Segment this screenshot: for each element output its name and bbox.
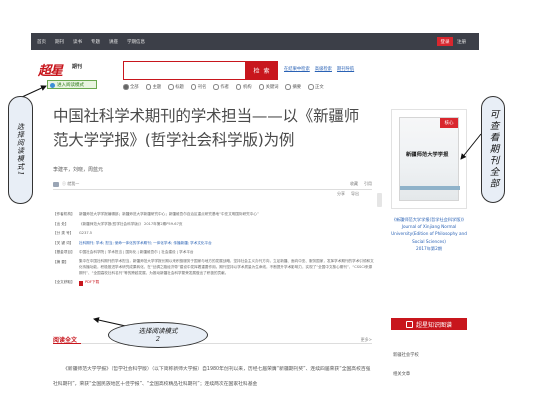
meta-value: 《新疆师范大学学报(哲学社会科学版)》 2017年第2期P59-67页 bbox=[79, 221, 183, 226]
toolbar-right: 收藏 引用 bbox=[350, 181, 372, 187]
meta-row: 【作者机构】 新疆师范大学学报编辑部；新疆师范大学新疆研究中心；新疆维吾尔自治区… bbox=[53, 210, 375, 220]
logo-sub: 期刊 bbox=[72, 64, 83, 70]
journal-name-cn[interactable]: 《新疆师范大学学报(哲学社会科学版)》 bbox=[391, 216, 467, 223]
site-logo: 超星 期刊 进入阅读模式 bbox=[38, 60, 97, 90]
journal-issue[interactable]: 2017年第2期 bbox=[391, 245, 467, 252]
scope-option-topic[interactable]: 主题 bbox=[146, 84, 162, 90]
journal-nav-link[interactable]: 期刊导航 bbox=[337, 66, 354, 72]
keyword-links[interactable]: 社科期刊; 学术; 担当; 使命一体化的学术期刊; 一体化学术; 传播新疆; 学… bbox=[79, 239, 375, 249]
annotation-reading-mode-1: 选择阅读模式1 bbox=[8, 96, 33, 204]
article-toolbar: Ⓘ 就我一 收藏 引用 bbox=[53, 180, 372, 190]
read-fulltext-tab: 阅读全文 更多> bbox=[53, 335, 372, 344]
cover-title: 新疆师范大学学报 bbox=[406, 152, 449, 158]
cover-stripe bbox=[400, 186, 460, 190]
journal-info[interactable]: 《新疆师范大学学报(哲学社会科学版)》 Journal of Xinjiang … bbox=[391, 216, 467, 252]
reading-mode-button[interactable]: 进入阅读模式 bbox=[47, 80, 97, 89]
pdf-label: 【全文获取】 bbox=[53, 280, 75, 285]
article-authors[interactable]: 李建平，刘晓，周蓝元 bbox=[53, 166, 103, 173]
nav-item-lectures[interactable]: 讲座 bbox=[109, 39, 118, 45]
meta-key: 【基金项目】 bbox=[53, 250, 75, 255]
nav-item-books[interactable]: 读书 bbox=[73, 39, 82, 45]
meta-key: 【作者机构】 bbox=[53, 212, 75, 216]
search-scope-options: 全部 主题 标题 刊名 作者 机构 关键词 摘要 正文 bbox=[123, 84, 324, 90]
meta-row: 【出 处】 《新疆师范大学学报(哲学社会科学版)》 2017年第2期P59-67… bbox=[53, 220, 375, 230]
kg-item[interactable]: 相关文章 bbox=[393, 365, 419, 384]
login-button[interactable]: 登录 bbox=[437, 37, 453, 46]
meta-row: 【分 类 号】 G237.5 bbox=[53, 229, 375, 239]
cite-button[interactable]: 引用 bbox=[364, 181, 372, 187]
nav-item-topics[interactable]: 专题 bbox=[91, 39, 100, 45]
article-actions: 分享 导出 bbox=[337, 191, 359, 197]
tab-underline bbox=[53, 342, 81, 344]
pdf-download-link[interactable]: PDF下载 bbox=[79, 278, 99, 288]
meta-value: 新疆师范大学学报编辑部；新疆师范大学新疆研究中心；新疆维吾尔自治区重点研究基地“… bbox=[79, 212, 259, 216]
advanced-search-link[interactable]: 高级检索 bbox=[315, 66, 332, 72]
kg-item[interactable]: 新疆社会学校 bbox=[393, 346, 419, 365]
meta-key: 【关 键 词】 bbox=[53, 240, 74, 245]
article-meta: 【作者机构】 新疆师范大学学报编辑部；新疆师范大学新疆研究中心；新疆维吾尔自治区… bbox=[53, 210, 375, 288]
annotation-view-all-journals: 可查看期刊全部 bbox=[481, 96, 505, 203]
search-in-results-link[interactable]: 在结果中检索 bbox=[284, 66, 310, 72]
top-nav: 首页 期刊 读书 专题 讲座 学期信息 bbox=[37, 33, 145, 50]
logo-brand: 超星 bbox=[38, 64, 63, 79]
nav-item-journals[interactable]: 期刊 bbox=[55, 39, 64, 45]
meta-key: 【出 处】 bbox=[53, 221, 69, 226]
share-button[interactable]: 分享 bbox=[337, 191, 345, 197]
scope-option-journal[interactable]: 刊名 bbox=[191, 84, 207, 90]
register-link[interactable]: 注册 bbox=[457, 37, 466, 46]
toolbar-left-label[interactable]: Ⓘ 就我一 bbox=[62, 181, 79, 187]
annotation-reading-mode-2: 选择阅读模式 2 bbox=[108, 322, 208, 348]
journal-name-en[interactable]: Journal of Xinjiang Normal University(Ed… bbox=[391, 223, 467, 245]
knowledge-graph-list: 新疆社会学校 相关文章 bbox=[393, 346, 419, 384]
search-links: 在结果中检索 高级检索 期刊导航 bbox=[284, 66, 354, 72]
fulltext-body: 《新疆师范大学学报》（哲学社会科学版）（以下简称新师大学报）自1980年创刊以来… bbox=[53, 367, 371, 387]
favorite-button[interactable]: 收藏 bbox=[350, 181, 358, 187]
abstract-text: 集中在中国社科期刊的学术担当，新疆师范大学学报长期以来积极服务于国家与地方的发展… bbox=[79, 258, 374, 276]
abstract-label: 【摘 要】 bbox=[53, 259, 69, 264]
scope-option-keyword[interactable]: 关键词 bbox=[259, 84, 279, 90]
scope-option-all[interactable]: 全部 bbox=[123, 84, 139, 90]
nav-item-home[interactable]: 首页 bbox=[37, 39, 46, 45]
scope-option-abstract[interactable]: 摘要 bbox=[285, 84, 301, 90]
abstract-row: 【摘 要】 集中在中国社科期刊的学术担当，新疆师范大学学报长期以来积极服务于国家… bbox=[53, 258, 375, 276]
journal-cover-image[interactable]: 核心 新疆师范大学学报 bbox=[399, 117, 460, 201]
pdf-row: 【全文获取】 PDF下载 bbox=[53, 278, 375, 288]
meta-value: 中国社会科学院 | 学术担当 | 国际化 | 新疆维吾尔 | 社会建设 | 学术… bbox=[79, 250, 194, 255]
nav-item-info[interactable]: 学期信息 bbox=[127, 39, 145, 45]
meta-key: 【分 类 号】 bbox=[53, 231, 74, 236]
export-button[interactable]: 导出 bbox=[351, 191, 359, 197]
annotation-mid-line1: 选择阅读模式 bbox=[138, 327, 178, 335]
info-icon bbox=[53, 181, 59, 187]
meta-row: 【关 键 词】 社科期刊; 学术; 担当; 使命一体化的学术期刊; 一体化学术;… bbox=[53, 239, 375, 249]
search-button[interactable]: 检 索 bbox=[246, 61, 278, 80]
top-navigation-bar: 首页 期刊 读书 专题 讲座 学期信息 登录 注册 bbox=[31, 33, 479, 50]
core-badge: 核心 bbox=[440, 118, 458, 128]
search-input[interactable] bbox=[123, 61, 246, 80]
more-link[interactable]: 更多> bbox=[361, 337, 372, 343]
article-title: 中国社科学术期刊的学术担当——以《新疆师范大学学报》(哲学社会科学版)为例 bbox=[53, 107, 360, 149]
scope-option-author[interactable]: 作者 bbox=[213, 84, 229, 90]
meta-row: 【基金项目】 中国社会科学院 | 学术担当 | 国际化 | 新疆维吾尔 | 社会… bbox=[53, 248, 375, 258]
scope-option-fulltext[interactable]: 正文 bbox=[308, 84, 324, 90]
meta-value: G237.5 bbox=[79, 231, 93, 236]
scope-option-title[interactable]: 标题 bbox=[168, 84, 184, 90]
scope-option-institution[interactable]: 机构 bbox=[236, 84, 252, 90]
knowledge-graph-header[interactable]: 超星知识图谱 bbox=[391, 318, 467, 330]
sidebar-toggle-handle[interactable] bbox=[377, 193, 382, 207]
annotation-mid-line2: 2 bbox=[155, 335, 161, 343]
toolbar-left: Ⓘ 就我一 bbox=[53, 181, 79, 187]
